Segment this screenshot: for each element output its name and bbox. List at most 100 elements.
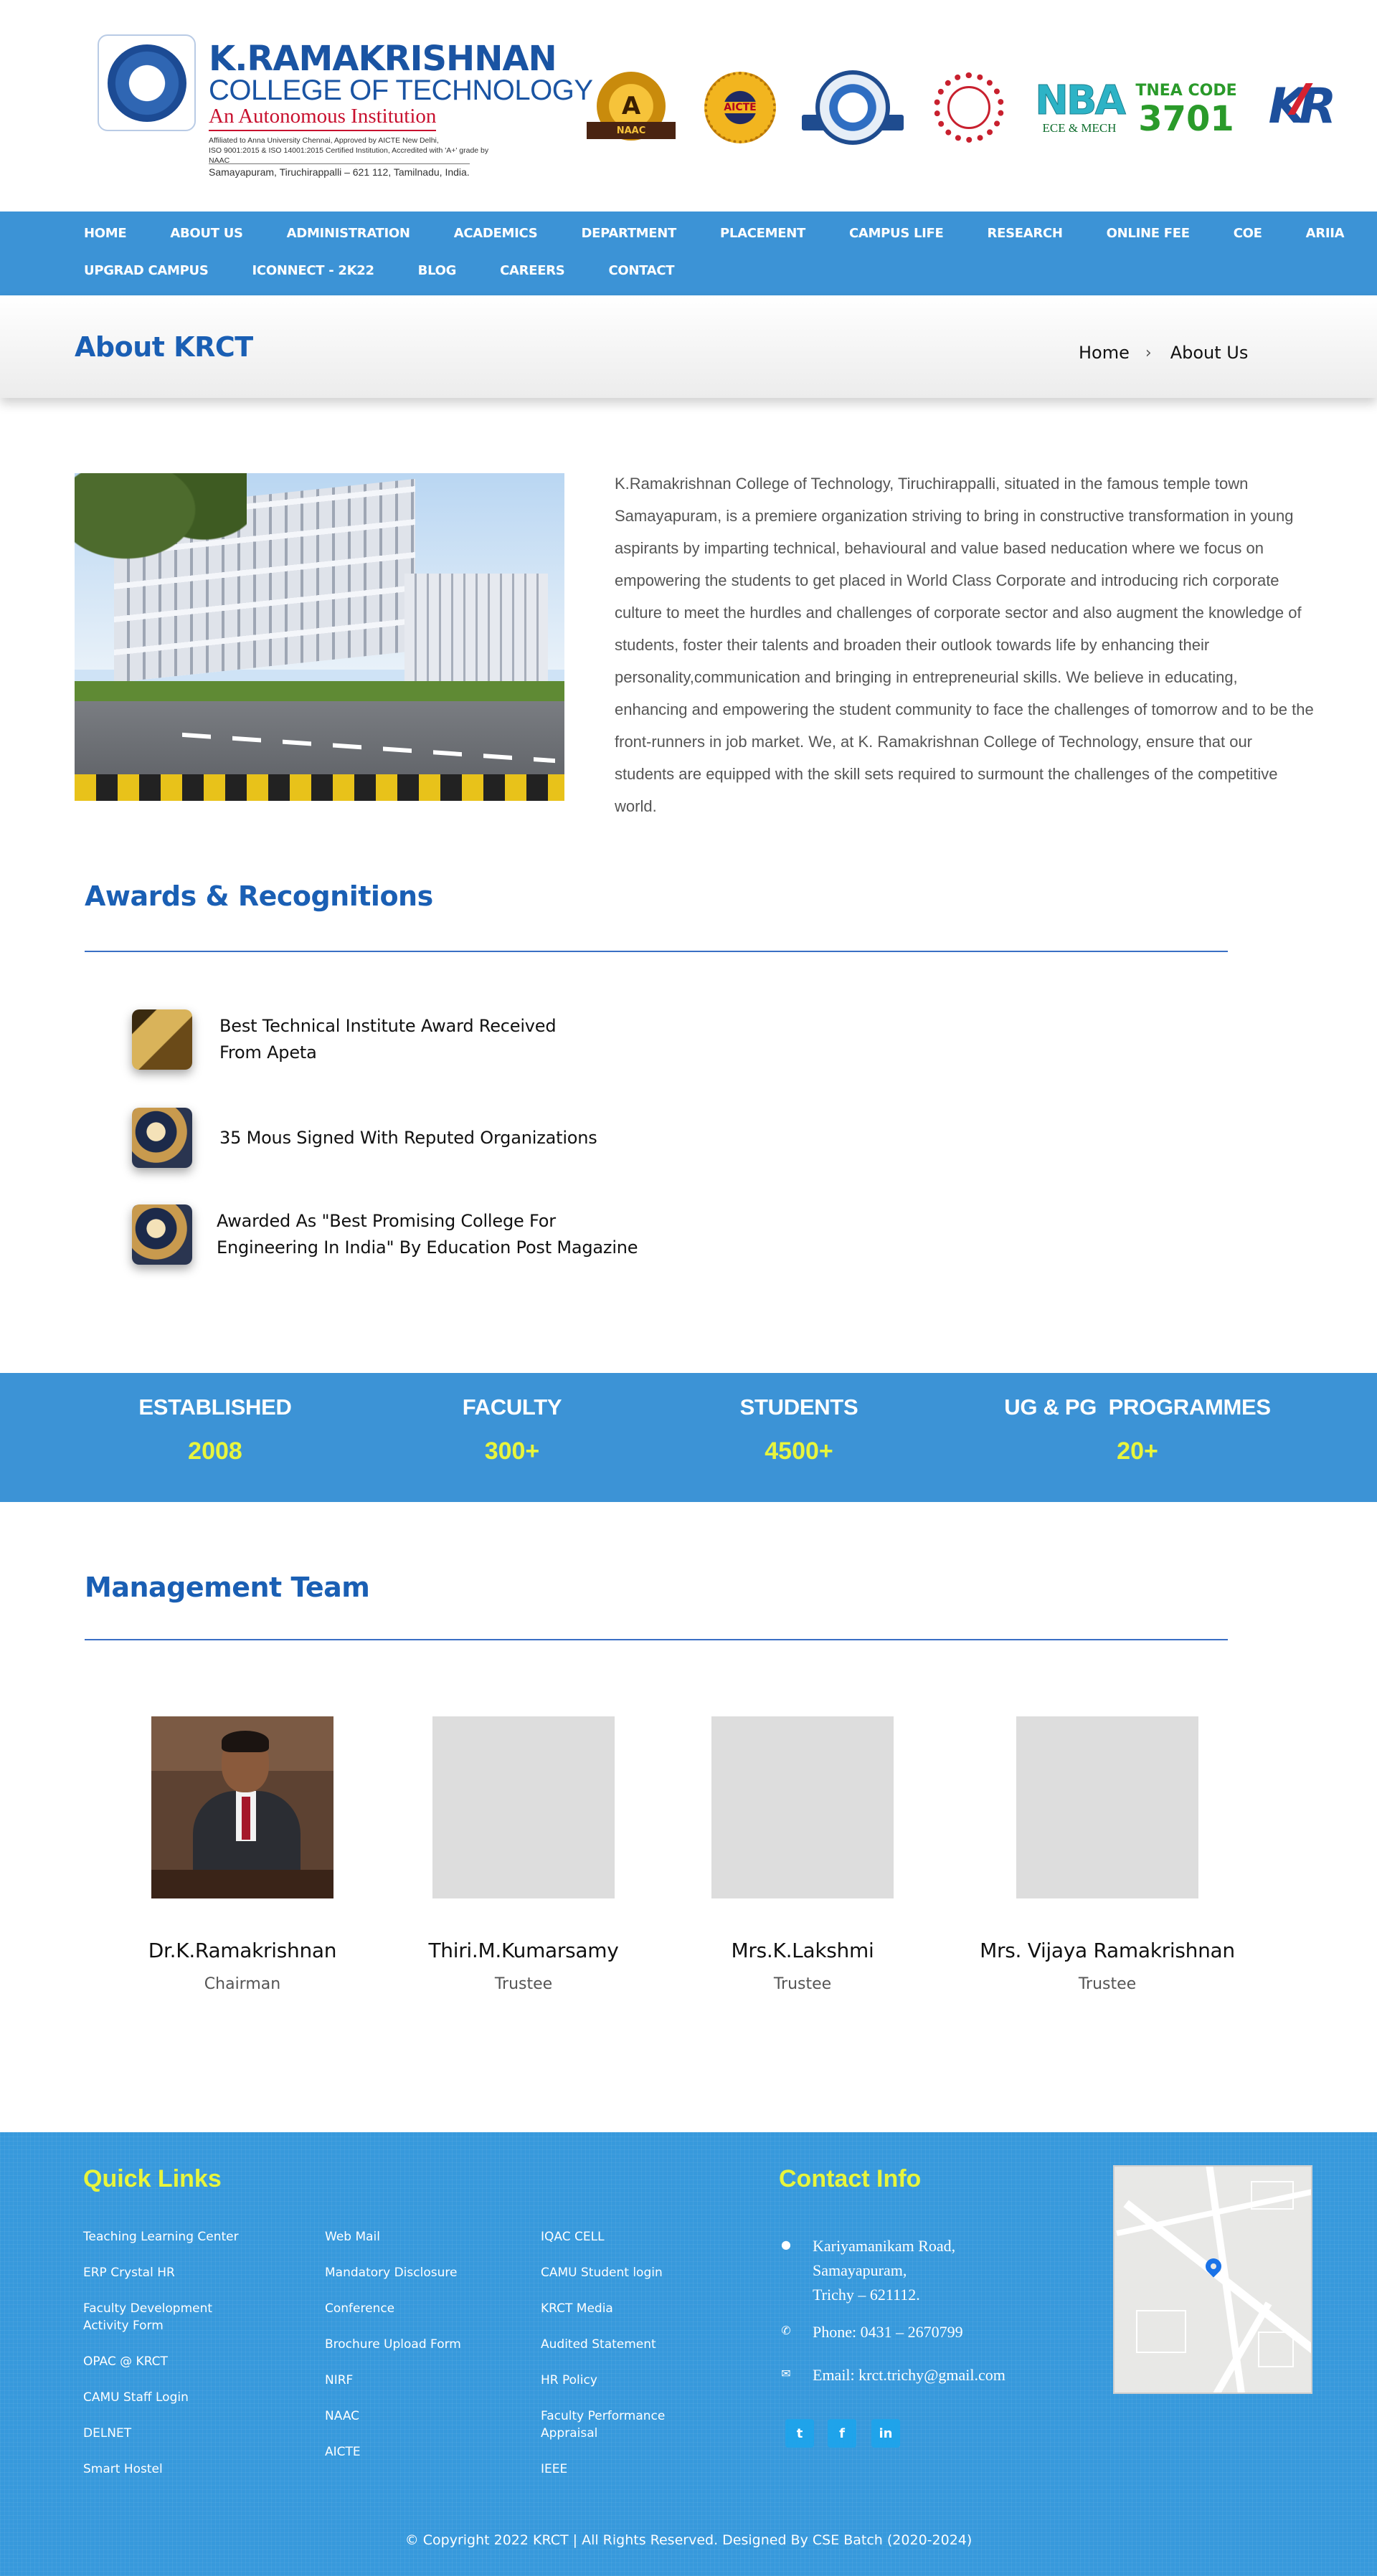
contact-info-heading: Contact Info (779, 2165, 922, 2192)
site-header: K.RAMAKRISHNAN COLLEGE OF TECHNOLOGY An … (0, 0, 1377, 212)
footer-link[interactable]: HR Policy (541, 2372, 665, 2389)
location-map[interactable] (1113, 2165, 1312, 2394)
phone-text[interactable]: Phone: 0431 – 2670799 (813, 2320, 963, 2344)
management-heading: Management Team (85, 1572, 370, 1603)
quick-links-heading: Quick Links (83, 2165, 222, 2192)
college-name-line1: K.RAMAKRISHNAN (209, 39, 557, 79)
nirf-badge-icon (929, 69, 1008, 146)
breadcrumb: Home › About Us (1079, 343, 1248, 363)
nav-item-ariia[interactable]: ARIIA (1306, 226, 1345, 241)
college-name-line2: COLLEGE OF TECHNOLOGY (209, 75, 593, 106)
footer-link[interactable]: ERP Crystal HR (83, 2264, 239, 2281)
header-address: Samayapuram, Tiruchirappalli – 621 112, … (209, 163, 470, 178)
nav-row-2: UPGRAD CAMPUS ICONNECT - 2K22 BLOG CAREE… (84, 263, 675, 278)
nav-item-research[interactable]: RESEARCH (988, 226, 1063, 241)
footer-link[interactable]: Teaching Learning Center (83, 2228, 239, 2245)
nav-item-careers[interactable]: CAREERS (500, 263, 565, 278)
address-text: Kariyamanikam Road, Samayapuram, Trichy … (813, 2237, 956, 2304)
nav-item-campus-life[interactable]: CAMPUS LIFE (849, 226, 944, 241)
facebook-icon[interactable]: f (828, 2419, 856, 2448)
member-role: Trustee (494, 1975, 553, 1993)
tnea-code-badge: TNEA CODE 3701 (1135, 79, 1236, 141)
member-name: Thiri.M.Kumarsamy (428, 1939, 619, 1962)
contact-address: ● Kariyamanikam Road, Samayapuram, Trich… (778, 2234, 955, 2307)
award-line: Best Technical Institute Award Received (219, 1016, 557, 1036)
page-title: About KRCT (75, 331, 253, 363)
stat-label: ESTABLISHED (138, 1394, 292, 1420)
footer-link[interactable]: IEEE (541, 2461, 665, 2478)
award-item: 35 Mous Signed With Reputed Organization… (132, 1108, 597, 1168)
nav-item-placement[interactable]: PLACEMENT (720, 226, 805, 241)
award-item: Awarded As "Best Promising College For E… (132, 1204, 638, 1265)
member-name: Dr.K.Ramakrishnan (148, 1939, 337, 1962)
nav-item-online-fee[interactable]: ONLINE FEE (1107, 226, 1190, 241)
member-role: Chairman (204, 1975, 281, 1993)
mou-icon (132, 1108, 192, 1168)
footer-link[interactable]: Mandatory Disclosure (325, 2264, 461, 2281)
footer-link[interactable]: Faculty Development Activity Form (83, 2300, 239, 2334)
nav-item-academics[interactable]: ACADEMICS (454, 226, 538, 241)
affiliation-line-2: ISO 9001:2015 & ISO 14001:2015 Certified… (209, 146, 489, 165)
nav-row-1: HOME ABOUT US ADMINISTRATION ACADEMICS D… (84, 226, 1345, 241)
quick-links-column-3: IQAC CELL CAMU Student login KRCT Media … (541, 2228, 665, 2478)
nav-item-department[interactable]: DEPARTMENT (581, 226, 676, 241)
footer-link[interactable]: KRCT Media (541, 2300, 665, 2317)
footer-link[interactable]: CAMU Student login (541, 2264, 665, 2281)
footer-link[interactable]: Smart Hostel (83, 2461, 239, 2478)
contact-phone: ✆ Phone: 0431 – 2670799 (778, 2320, 963, 2344)
footer-link[interactable]: Conference (325, 2300, 461, 2317)
nba-departments: ECE & MECH (1042, 121, 1117, 135)
stat-label: UG & PG PROGRAMMES (1004, 1394, 1271, 1420)
twitter-icon[interactable]: t (785, 2419, 814, 2448)
nav-item-coe[interactable]: COE (1234, 226, 1262, 241)
footer-link[interactable]: AICTE (325, 2443, 461, 2461)
footer-link[interactable]: NAAC (325, 2408, 461, 2425)
breadcrumb-home-link[interactable]: Home (1079, 343, 1130, 363)
member-name: Mrs.K.Lakshmi (731, 1939, 874, 1962)
team-member: Mrs. Vijaya Ramakrishnan Trustee (964, 1716, 1251, 1993)
email-text[interactable]: Email: krct.trichy@gmail.com (813, 2363, 1005, 2387)
nba-word: NBA (1035, 77, 1127, 124)
stats-band: ESTABLISHED 2008 FACULTY 300+ STUDENTS 4… (0, 1373, 1377, 1502)
member-name: Mrs. Vijaya Ramakrishnan (980, 1939, 1235, 1962)
nav-item-home[interactable]: HOME (84, 226, 127, 241)
footer-link[interactable]: Brochure Upload Form (325, 2336, 461, 2353)
aicte-badge-icon: AICTE (703, 70, 777, 145)
quick-links-column-2: Web Mail Mandatory Disclosure Conference… (325, 2228, 461, 2461)
copyright-text: © Copyright 2022 KRCT | All Rights Reser… (404, 2532, 973, 2548)
about-paragraph: K.Ramakrishnan College of Technology, Ti… (615, 475, 1314, 815)
footer-link[interactable]: Audited Statement (541, 2336, 665, 2353)
footer-link[interactable]: DELNET (83, 2425, 239, 2442)
member-photo-placeholder (711, 1716, 894, 1898)
nav-item-iconnect[interactable]: ICONNECT - 2K22 (252, 263, 374, 278)
nba-badge-icon: NBA ECE & MECH (1035, 77, 1127, 139)
team-member: Mrs.K.Lakshmi Trustee (659, 1716, 946, 1993)
nav-item-administration[interactable]: ADMINISTRATION (287, 226, 410, 241)
awards-heading: Awards & Recognitions (85, 880, 433, 912)
member-role: Trustee (773, 1975, 832, 1993)
footer-link[interactable]: CAMU Staff Login (83, 2389, 239, 2406)
footer-link[interactable]: OPAC @ KRCT (83, 2353, 239, 2370)
footer-link[interactable]: NIRF (325, 2372, 461, 2389)
nav-item-upgrad-campus[interactable]: UPGRAD CAMPUS (84, 263, 209, 278)
award-item: Best Technical Institute Award Received … (132, 1009, 557, 1070)
nav-item-about-us[interactable]: ABOUT US (170, 226, 243, 241)
stat-value: 4500+ (765, 1437, 833, 1465)
footer-link[interactable]: Web Mail (325, 2228, 461, 2245)
footer-link[interactable]: IQAC CELL (541, 2228, 665, 2245)
stat-value: 2008 (188, 1437, 242, 1465)
college-logo[interactable]: K.RAMAKRISHNAN COLLEGE OF TECHNOLOGY An … (98, 34, 593, 178)
footer-link[interactable]: Faculty Performance Appraisal (541, 2408, 665, 2442)
nav-item-contact[interactable]: CONTACT (608, 263, 674, 278)
member-role: Trustee (1078, 1975, 1137, 1993)
phone-icon: ✆ (781, 2324, 791, 2337)
nav-item-blog[interactable]: BLOG (418, 263, 457, 278)
college-emblem-icon (98, 34, 196, 131)
linkedin-icon[interactable]: in (871, 2419, 900, 2448)
stat-programmes: UG & PG PROGRAMMES 20+ (987, 1394, 1288, 1465)
stat-established: ESTABLISHED 2008 (100, 1394, 330, 1465)
kr-logo-icon: KR (1257, 78, 1341, 135)
quick-links-column-1: Teaching Learning Center ERP Crystal HR … (83, 2228, 239, 2478)
envelope-icon: ✉ (781, 2367, 791, 2380)
contact-email: ✉ Email: krct.trichy@gmail.com (778, 2363, 1005, 2387)
